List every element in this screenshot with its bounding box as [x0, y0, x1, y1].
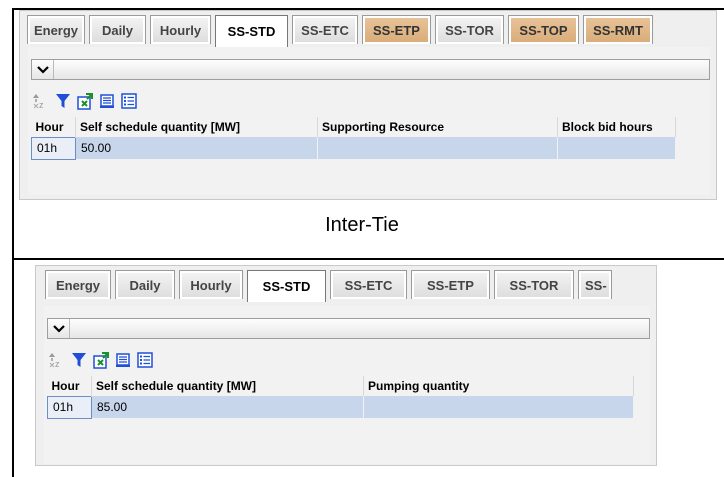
- caption-inter-tie: Inter-Tie: [325, 214, 399, 236]
- grid-header-row: Hour Self schedule quantity [MW] Pumping…: [47, 376, 634, 396]
- tab-ss-std[interactable]: SS-STD: [247, 270, 326, 302]
- grid-header-row: Hour Self schedule quantity [MW] Support…: [31, 117, 676, 137]
- frame-line-divider: [12, 258, 724, 260]
- cell-block-bid-hours[interactable]: [557, 137, 676, 159]
- tab-ss-etc[interactable]: SS-ETC: [330, 270, 407, 299]
- svg-text:z: z: [39, 100, 44, 110]
- tab-daily[interactable]: Daily: [115, 270, 175, 299]
- grid-toolbar: z: [31, 89, 141, 113]
- collapse-dropdown[interactable]: [31, 59, 710, 80]
- cell-self-schedule-quantity[interactable]: 50.00: [75, 137, 318, 159]
- export-excel-icon[interactable]: [75, 91, 95, 111]
- tab-strip: Energy Daily Hourly SS-STD SS-ETC SS-ETP…: [45, 270, 612, 302]
- cell-pumping-quantity[interactable]: [363, 396, 634, 418]
- chevron-down-icon[interactable]: [48, 319, 70, 338]
- tab-ss-std[interactable]: SS-STD: [215, 15, 288, 47]
- column-header-hour[interactable]: Hour: [31, 117, 76, 137]
- tab-ss-etp[interactable]: SS-ETP: [411, 270, 490, 299]
- tab-ss-tor[interactable]: SS-TOR: [435, 15, 504, 44]
- tab-hourly[interactable]: Hourly: [150, 15, 211, 44]
- table-row[interactable]: 01h 85.00: [47, 395, 634, 419]
- tab-ss-etp[interactable]: SS-ETP: [362, 15, 431, 44]
- cell-self-schedule-quantity[interactable]: 85.00: [91, 396, 364, 418]
- cell-hour[interactable]: 01h: [31, 136, 76, 160]
- table-row[interactable]: 01h 50.00: [31, 136, 676, 160]
- self-schedule-grid: Hour Self schedule quantity [MW] Pumping…: [47, 376, 634, 419]
- export-excel-icon[interactable]: [91, 350, 111, 370]
- tab-strip: Energy Daily Hourly SS-STD SS-ETC SS-ETP…: [27, 15, 653, 47]
- tab-ss-rmt[interactable]: SS-RMT: [583, 15, 653, 44]
- tab-content: z Hour Self schedule quantity [MW] Pumpi…: [44, 306, 650, 464]
- tab-ss-overflow[interactable]: SS-: [578, 270, 612, 299]
- column-header-hour[interactable]: Hour: [47, 376, 92, 396]
- panel-inter-tie: Energy Daily Hourly SS-STD SS-ETC SS-ETP…: [19, 10, 717, 200]
- tab-hourly[interactable]: Hourly: [179, 270, 243, 299]
- column-header-block-bid-hours[interactable]: Block bid hours: [557, 117, 676, 137]
- column-header-pumping-quantity[interactable]: Pumping quantity: [363, 376, 634, 396]
- tab-daily[interactable]: Daily: [89, 15, 146, 44]
- column-chooser-icon[interactable]: [135, 350, 155, 370]
- sort-icon[interactable]: z: [31, 91, 51, 111]
- cell-hour[interactable]: 01h: [47, 395, 92, 419]
- tab-ss-etc[interactable]: SS-ETC: [292, 15, 358, 44]
- tab-ss-tor[interactable]: SS-TOR: [494, 270, 574, 299]
- filter-icon[interactable]: [53, 91, 73, 111]
- column-header-self-schedule-quantity[interactable]: Self schedule quantity [MW]: [75, 117, 318, 137]
- grid-toolbar: z: [47, 348, 157, 372]
- filter-icon[interactable]: [69, 350, 89, 370]
- tab-ss-top[interactable]: SS-TOP: [508, 15, 579, 44]
- collapse-dropdown[interactable]: [47, 318, 650, 339]
- self-schedule-grid: Hour Self schedule quantity [MW] Support…: [31, 117, 676, 160]
- panel-pumping: Energy Daily Hourly SS-STD SS-ETC SS-ETP…: [35, 265, 657, 466]
- tab-content: z Hour Self schedule quantity [MW] Suppo…: [28, 47, 710, 195]
- cell-supporting-resource[interactable]: [317, 137, 558, 159]
- sort-icon[interactable]: z: [47, 350, 67, 370]
- column-header-self-schedule-quantity[interactable]: Self schedule quantity [MW]: [91, 376, 364, 396]
- tab-energy[interactable]: Energy: [45, 270, 111, 299]
- column-header-supporting-resource[interactable]: Supporting Resource: [317, 117, 558, 137]
- svg-text:z: z: [55, 359, 60, 369]
- print-icon[interactable]: [97, 91, 117, 111]
- column-chooser-icon[interactable]: [119, 91, 139, 111]
- tab-energy[interactable]: Energy: [27, 15, 85, 44]
- chevron-down-icon[interactable]: [32, 60, 54, 79]
- frame-line-left-lower: [12, 258, 14, 477]
- print-icon[interactable]: [113, 350, 133, 370]
